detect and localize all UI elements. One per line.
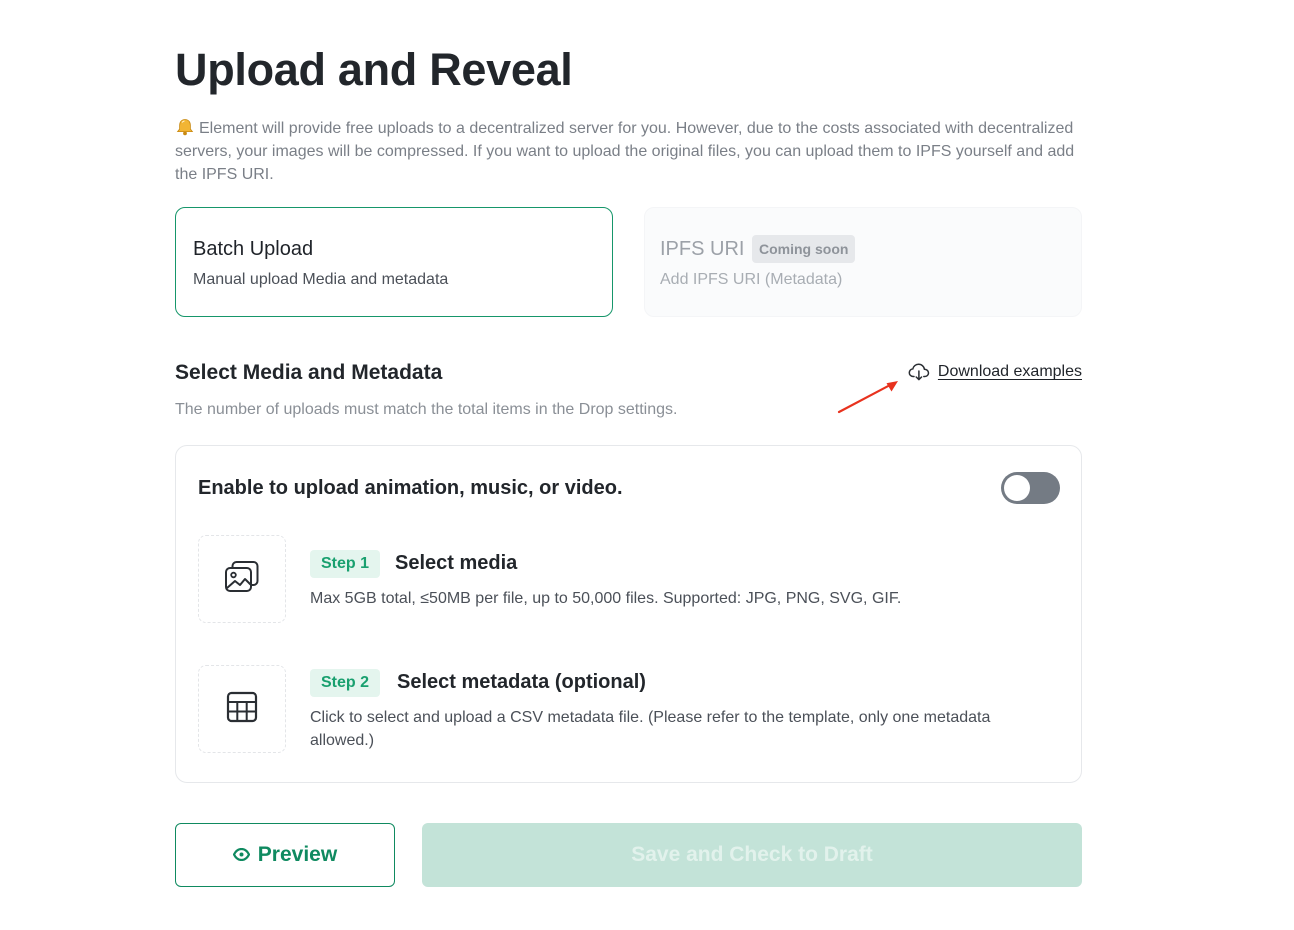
table-grid-icon bbox=[226, 691, 258, 728]
images-icon bbox=[224, 560, 260, 599]
batch-upload-option[interactable]: Batch Upload Manual upload Media and met… bbox=[175, 207, 613, 317]
save-and-check-button[interactable]: Save and Check to Draft bbox=[422, 823, 1082, 887]
bell-icon bbox=[175, 118, 195, 136]
ipfs-uri-title: IPFS URI bbox=[660, 238, 745, 260]
toggle-knob bbox=[1004, 475, 1030, 501]
batch-upload-title: Batch Upload bbox=[193, 238, 314, 260]
coming-soon-badge: Coming soon bbox=[752, 235, 856, 263]
select-metadata-dropzone[interactable] bbox=[198, 665, 286, 753]
download-examples-label: Download examples bbox=[937, 363, 1082, 380]
select-metadata-title[interactable]: Select metadata (optional) bbox=[397, 671, 646, 694]
cloud-download-icon bbox=[908, 363, 930, 381]
red-arrow-annotation bbox=[836, 376, 902, 421]
select-media-title[interactable]: Select media bbox=[395, 552, 517, 575]
step-2-badge: Step 2 bbox=[310, 669, 381, 697]
notice-text: Element will provide free uploads to a d… bbox=[175, 120, 1075, 183]
section-description: The number of uploads must match the tot… bbox=[175, 401, 678, 418]
notice-text-block: Element will provide free uploads to a d… bbox=[175, 117, 1085, 186]
select-media-description: Max 5GB total, ≤50MB per file, up to 50,… bbox=[310, 590, 902, 607]
select-metadata-description: Click to select and upload a CSV metadat… bbox=[310, 709, 991, 749]
section-title: Select Media and Metadata bbox=[175, 361, 443, 384]
save-label: Save and Check to Draft bbox=[631, 843, 873, 866]
download-examples-link[interactable]: Download examples bbox=[908, 363, 1082, 381]
preview-button[interactable]: Preview bbox=[175, 823, 395, 887]
batch-upload-subtitle: Manual upload Media and metadata bbox=[193, 271, 449, 288]
eye-icon bbox=[232, 843, 251, 867]
media-toggle-label: Enable to upload animation, music, or vi… bbox=[198, 477, 623, 499]
select-media-dropzone[interactable] bbox=[198, 535, 286, 623]
preview-label: Preview bbox=[257, 843, 338, 866]
upload-panel: Enable to upload animation, music, or vi… bbox=[175, 445, 1082, 783]
page-title: Upload and Reveal bbox=[175, 44, 573, 95]
step-1-badge: Step 1 bbox=[310, 550, 381, 578]
ipfs-uri-subtitle: Add IPFS URI (Metadata) bbox=[660, 271, 843, 288]
media-toggle-switch[interactable] bbox=[1001, 472, 1060, 504]
ipfs-uri-option: IPFS URI Coming soon Add IPFS URI (Metad… bbox=[644, 207, 1082, 317]
